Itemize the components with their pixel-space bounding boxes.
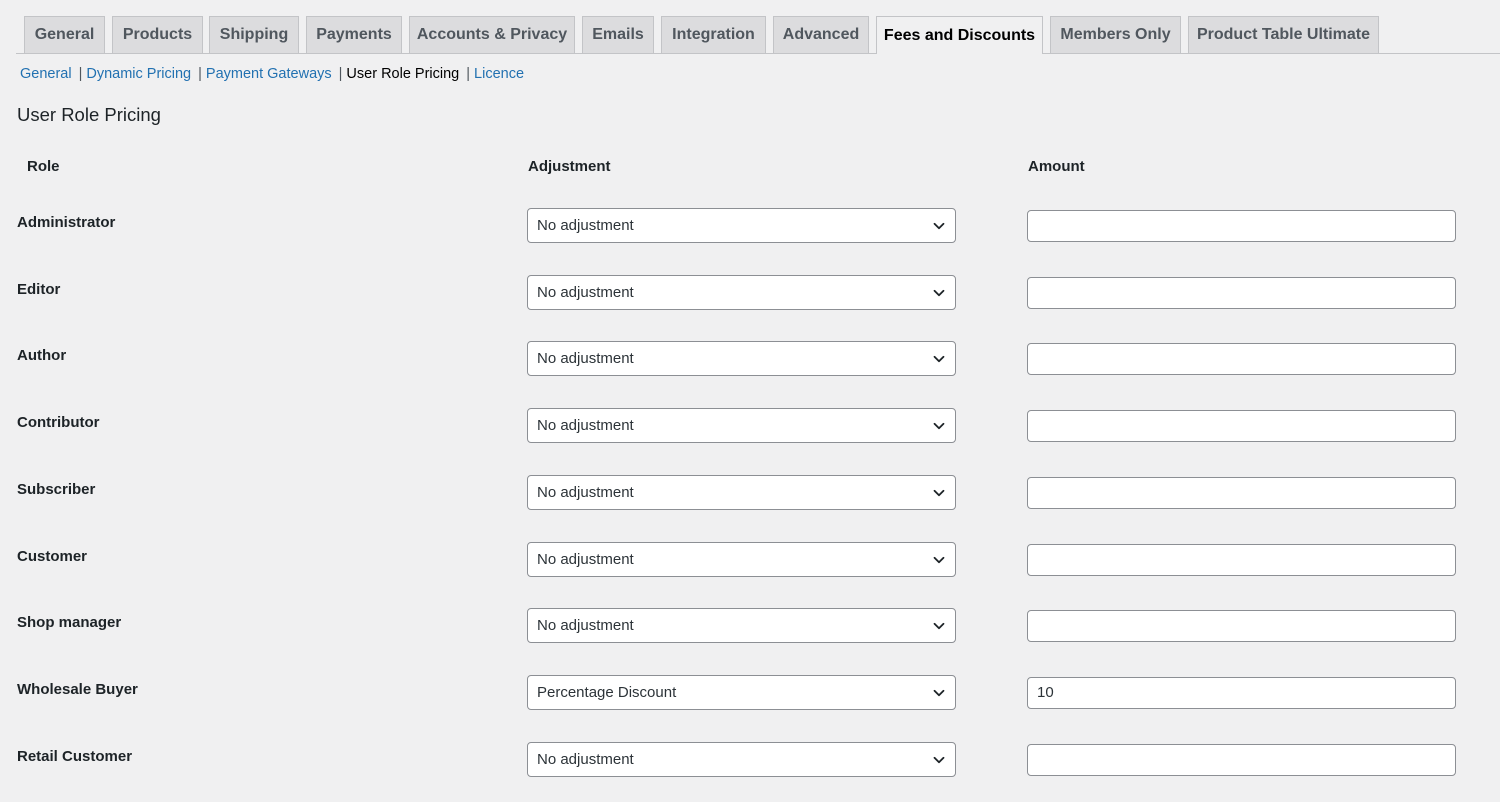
subnav-general[interactable]: General — [20, 66, 72, 82]
adjustment-select[interactable]: Percentage Discount — [527, 674, 956, 710]
role-label: Retail Customer — [17, 747, 133, 765]
adjustment-select-value: No adjustment — [537, 750, 634, 768]
tab-shipping[interactable]: Shipping — [209, 16, 299, 53]
chevron-down-icon — [932, 753, 946, 767]
tab-members-only[interactable]: Members Only — [1050, 16, 1181, 53]
chevron-down-icon — [932, 352, 946, 366]
tab-emails[interactable]: Emails — [582, 16, 654, 53]
adjustment-select-value: Percentage Discount — [537, 683, 677, 701]
tab-product-table-ultimate[interactable]: Product Table Ultimate — [1188, 16, 1379, 53]
subnav-payment-gateways[interactable]: Payment Gateways — [206, 66, 332, 82]
subnav-separator: | — [78, 66, 83, 82]
tab-accounts-privacy[interactable]: Accounts & Privacy — [409, 16, 575, 53]
amount-input[interactable] — [1027, 343, 1456, 376]
adjustment-select-value: No adjustment — [537, 550, 634, 568]
role-label: Subscriber — [17, 480, 96, 498]
adjustment-select[interactable]: No adjustment — [527, 408, 956, 444]
tab-payments[interactable]: Payments — [306, 16, 402, 53]
adjustment-select-value: No adjustment — [537, 483, 634, 501]
adjustment-select[interactable]: No adjustment — [527, 608, 956, 644]
tab-integration[interactable]: Integration — [661, 16, 766, 53]
amount-input[interactable] — [1027, 743, 1456, 776]
subnav-licence[interactable]: Licence — [474, 66, 524, 82]
chevron-down-icon — [932, 286, 946, 300]
adjustment-select-value: No adjustment — [537, 417, 634, 435]
role-label: Author — [17, 347, 67, 365]
chevron-down-icon — [932, 219, 946, 233]
chevron-down-icon — [932, 686, 946, 700]
chevron-down-icon — [932, 553, 946, 567]
subnav-separator: | — [338, 66, 343, 82]
adjustment-select-value: No adjustment — [537, 350, 634, 368]
role-label: Editor — [17, 280, 61, 298]
adjustment-select[interactable]: No adjustment — [527, 541, 956, 577]
column-header-role: Role — [27, 158, 60, 175]
chevron-down-icon — [932, 419, 946, 433]
role-label: Administrator — [17, 214, 116, 231]
column-header-adjustment: Adjustment — [528, 158, 611, 175]
page-title: User Role Pricing — [17, 104, 161, 125]
tab-general[interactable]: General — [24, 16, 105, 53]
adjustment-select[interactable]: No adjustment — [527, 274, 956, 310]
tab-fees-and-discounts[interactable]: Fees and Discounts — [876, 16, 1043, 54]
amount-input[interactable] — [1027, 676, 1456, 709]
role-label: Contributor — [17, 414, 100, 432]
adjustment-select-value: No adjustment — [537, 617, 634, 635]
amount-input[interactable] — [1027, 543, 1456, 576]
amount-input[interactable] — [1027, 610, 1456, 643]
tab-bar-divider — [16, 53, 1500, 54]
column-header-amount: Amount — [1028, 158, 1085, 175]
adjustment-select-value: No adjustment — [537, 217, 634, 234]
role-label: Customer — [17, 547, 88, 565]
adjustment-select[interactable]: No adjustment — [527, 741, 956, 777]
role-label: Wholesale Buyer — [17, 680, 138, 698]
subnav-separator: | — [198, 66, 202, 82]
role-label: Shop manager — [17, 614, 122, 632]
amount-input[interactable] — [1027, 210, 1456, 242]
adjustment-select[interactable]: No adjustment — [527, 474, 956, 510]
settings-tab-bar: General Products Shipping Payments Accou… — [0, 0, 1500, 54]
chevron-down-icon — [932, 486, 946, 500]
amount-input[interactable] — [1027, 410, 1456, 443]
amount-input[interactable] — [1027, 276, 1456, 309]
tab-advanced[interactable]: Advanced — [773, 16, 869, 53]
amount-input[interactable] — [1027, 476, 1456, 509]
adjustment-select-value: No adjustment — [537, 283, 634, 301]
adjustment-select[interactable]: No adjustment — [527, 341, 956, 377]
chevron-down-icon — [932, 619, 946, 633]
tab-products[interactable]: Products — [112, 16, 203, 53]
adjustment-select[interactable]: No adjustment — [527, 208, 956, 243]
subsection-nav: General | Dynamic Pricing | Payment Gate… — [20, 66, 524, 82]
subnav-separator: | — [466, 66, 471, 82]
subnav-user-role-pricing: User Role Pricing — [346, 66, 460, 82]
subnav-dynamic-pricing[interactable]: Dynamic Pricing — [86, 66, 191, 82]
